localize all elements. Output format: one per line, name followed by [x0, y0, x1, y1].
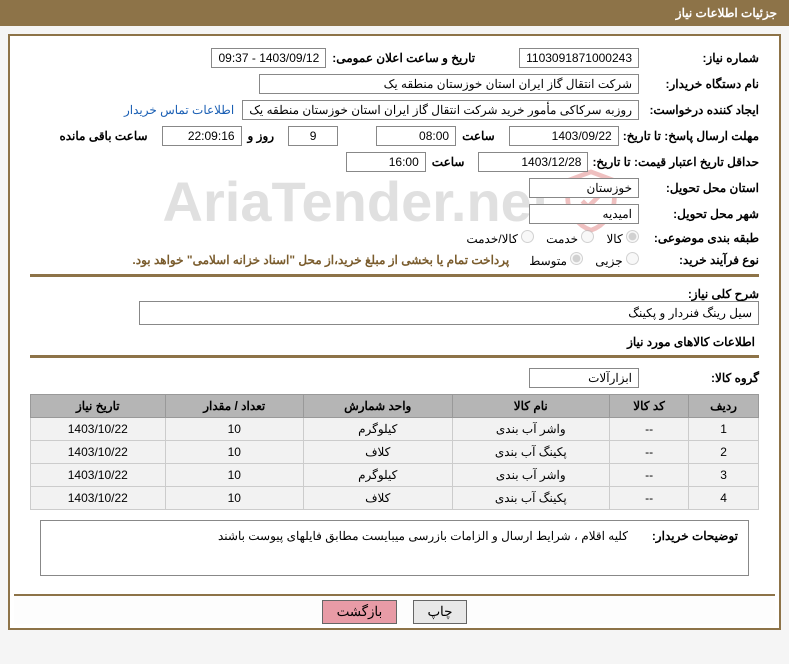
- buyer-notes-label: توضیحات خریدار:: [628, 529, 738, 567]
- goods-section-title: اطلاعات کالاهای مورد نیاز: [30, 335, 759, 349]
- time-label-1: ساعت: [456, 129, 501, 143]
- table-row: 4--پکینگ آب بندیکلاف101403/10/22: [31, 487, 759, 510]
- table-cell: 1403/10/22: [31, 418, 166, 441]
- buyer-org-value: شرکت انتقال گاز ایران استان خوزستان منطق…: [259, 74, 639, 94]
- category-option-goods[interactable]: کالا: [606, 230, 639, 246]
- goods-group-value: ابزارآلات: [529, 368, 639, 388]
- category-option-service[interactable]: خدمت: [546, 230, 594, 246]
- countdown-time: 22:09:16: [162, 126, 242, 146]
- buyer-contact-link[interactable]: اطلاعات تماس خریدار: [124, 103, 234, 117]
- requester-value: روزبه سرکاکی مأمور خرید شرکت انتقال گاز …: [242, 100, 639, 120]
- days-label: روز و: [242, 129, 281, 143]
- days-remaining: 9: [288, 126, 338, 146]
- table-cell: 3: [689, 464, 759, 487]
- announce-date-label: تاریخ و ساعت اعلان عمومی:: [326, 51, 481, 65]
- print-button[interactable]: چاپ: [413, 600, 468, 624]
- remain-label: ساعت باقی مانده: [53, 129, 153, 143]
- process-label: نوع فرآیند خرید:: [639, 253, 759, 267]
- form-container: AriaTender.net شماره نیاز: 1103091871000…: [8, 34, 781, 630]
- price-validity-date: 1403/12/28: [478, 152, 588, 172]
- table-header: واحد شمارش: [303, 395, 452, 418]
- description-value: سیل رینگ فنردار و پکینگ: [139, 301, 759, 325]
- goods-group-label: گروه کالا:: [639, 371, 759, 385]
- time-label-2: ساعت: [426, 155, 471, 169]
- table-cell: 10: [165, 418, 303, 441]
- table-cell: کیلوگرم: [303, 418, 452, 441]
- price-validity-label: حداقل تاریخ اعتبار قیمت: تا تاریخ:: [588, 155, 759, 169]
- table-cell: 4: [689, 487, 759, 510]
- table-row: 1--واشر آب بندیکیلوگرم101403/10/22: [31, 418, 759, 441]
- button-row: چاپ بازگشت: [14, 594, 775, 624]
- category-option-both[interactable]: کالا/خدمت: [466, 230, 534, 246]
- table-cell: 10: [165, 487, 303, 510]
- table-cell: 10: [165, 464, 303, 487]
- table-cell: پکینگ آب بندی: [452, 441, 610, 464]
- table-cell: 2: [689, 441, 759, 464]
- price-validity-time: 16:00: [346, 152, 426, 172]
- table-cell: کلاف: [303, 487, 452, 510]
- table-cell: کیلوگرم: [303, 464, 452, 487]
- table-cell: --: [610, 487, 689, 510]
- buyer-notes-box: توضیحات خریدار: کلیه اقلام ، شرایط ارسال…: [40, 520, 749, 576]
- province-value: خوزستان: [529, 178, 639, 198]
- table-header: ردیف: [689, 395, 759, 418]
- table-header: تعداد / مقدار: [165, 395, 303, 418]
- payment-note: پرداخت تمام یا بخشی از مبلغ خرید،از محل …: [132, 253, 509, 267]
- table-row: 3--واشر آب بندیکیلوگرم101403/10/22: [31, 464, 759, 487]
- buyer-org-label: نام دستگاه خریدار:: [639, 77, 759, 91]
- page-header: جزئیات اطلاعات نیاز: [0, 0, 789, 26]
- city-label: شهر محل تحویل:: [639, 207, 759, 221]
- table-cell: واشر آب بندی: [452, 464, 610, 487]
- table-cell: کلاف: [303, 441, 452, 464]
- goods-table: ردیفکد کالانام کالاواحد شمارشتعداد / مقد…: [30, 394, 759, 510]
- divider-2: [30, 355, 759, 358]
- buyer-notes-text: کلیه اقلام ، شرایط ارسال و الزامات بازرس…: [51, 529, 628, 567]
- table-cell: 1: [689, 418, 759, 441]
- table-cell: --: [610, 441, 689, 464]
- table-cell: واشر آب بندی: [452, 418, 610, 441]
- response-deadline-label: مهلت ارسال پاسخ: تا تاریخ:: [619, 129, 759, 143]
- table-header: تاریخ نیاز: [31, 395, 166, 418]
- table-cell: 1403/10/22: [31, 464, 166, 487]
- need-no-value: 1103091871000243: [519, 48, 639, 68]
- announce-date-value: 1403/09/12 - 09:37: [211, 48, 326, 68]
- need-no-label: شماره نیاز:: [639, 51, 759, 65]
- table-cell: 10: [165, 441, 303, 464]
- response-date: 1403/09/22: [509, 126, 619, 146]
- table-cell: --: [610, 464, 689, 487]
- description-label: شرح کلی نیاز:: [639, 287, 759, 301]
- table-cell: 1403/10/22: [31, 487, 166, 510]
- province-label: استان محل تحویل:: [639, 181, 759, 195]
- category-label: طبقه بندی موضوعی:: [639, 231, 759, 245]
- process-option-minor[interactable]: جزیی: [595, 252, 639, 268]
- table-cell: --: [610, 418, 689, 441]
- divider-1: [30, 274, 759, 277]
- table-header: کد کالا: [610, 395, 689, 418]
- table-row: 2--پکینگ آب بندیکلاف101403/10/22: [31, 441, 759, 464]
- back-button[interactable]: بازگشت: [322, 600, 398, 624]
- response-time: 08:00: [376, 126, 456, 146]
- city-value: امیدیه: [529, 204, 639, 224]
- table-cell: 1403/10/22: [31, 441, 166, 464]
- table-header: نام کالا: [452, 395, 610, 418]
- requester-label: ایجاد کننده درخواست:: [639, 103, 759, 117]
- table-cell: پکینگ آب بندی: [452, 487, 610, 510]
- process-option-medium[interactable]: متوسط: [529, 252, 583, 268]
